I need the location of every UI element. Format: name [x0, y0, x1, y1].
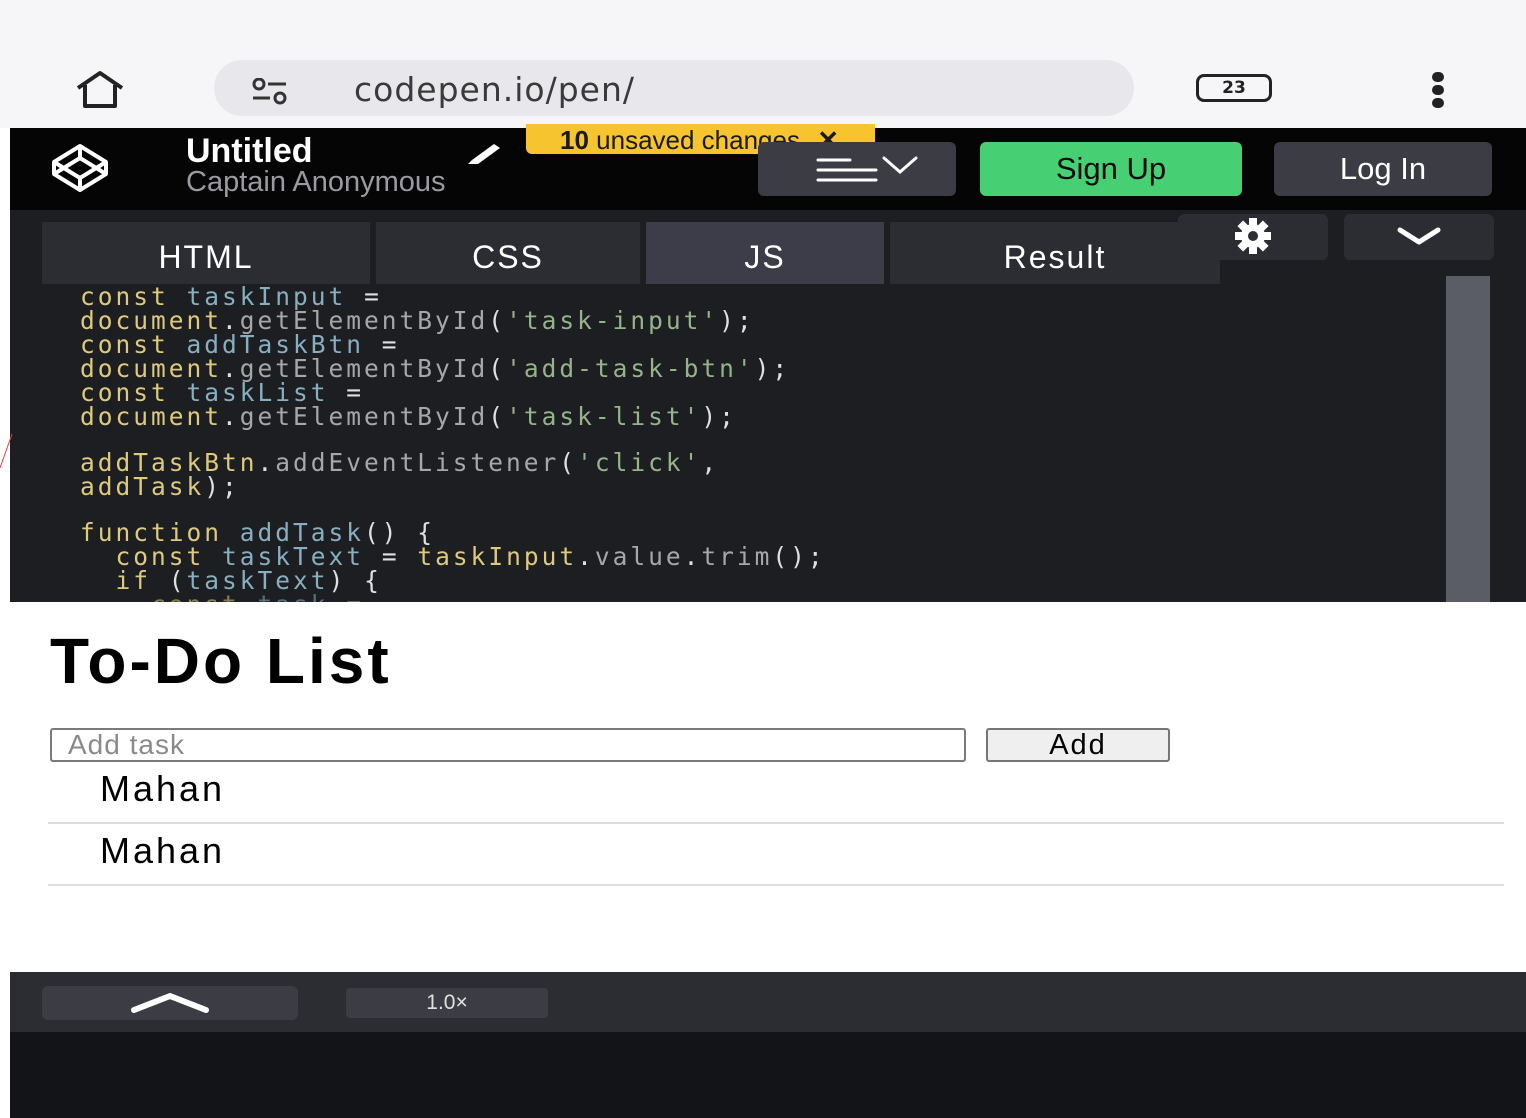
code-line: document.getElementById('task-list'); — [80, 402, 737, 431]
add-task-button[interactable]: Add — [986, 728, 1170, 762]
home-icon[interactable] — [72, 70, 128, 110]
pen-author[interactable]: Captain Anonymous — [186, 166, 446, 199]
tab-css[interactable]: CSS — [376, 222, 640, 284]
tab-html[interactable]: HTML — [42, 222, 370, 284]
tab-result[interactable]: Result — [890, 222, 1220, 284]
divider — [0, 430, 14, 470]
site-settings-icon[interactable] — [250, 77, 287, 105]
browser-toolbar: codepen.io/pen/ 23 — [0, 0, 1526, 128]
codepen-logo-icon[interactable] — [48, 140, 112, 196]
page-title: To-Do List — [50, 625, 392, 697]
zoom-level-button[interactable]: 1.0× — [346, 988, 548, 1018]
codepen-header: Untitled Captain Anonymous 10 unsaved ch… — [10, 124, 1526, 210]
chevron-up-icon — [131, 993, 209, 1013]
code-line: addTask); — [80, 472, 240, 501]
change-view-button[interactable] — [758, 142, 956, 196]
url-text[interactable]: codepen.io/pen/ — [354, 70, 635, 109]
settings-button[interactable] — [1178, 214, 1328, 260]
tab-js[interactable]: JS — [646, 222, 884, 284]
js-code-editor[interactable]: const taskInput = document.getElementByI… — [10, 284, 1446, 602]
unsaved-count: 10 — [560, 125, 589, 155]
console-area — [10, 1032, 1526, 1118]
task-input[interactable] — [50, 728, 966, 762]
address-bar[interactable]: codepen.io/pen/ — [214, 60, 1134, 116]
list-item[interactable]: Mahan — [48, 824, 1504, 886]
gear-icon — [1235, 218, 1271, 254]
list-item[interactable]: Mahan — [48, 762, 1504, 824]
result-preview: To-Do List Add Mahan Mahan — [10, 602, 1526, 972]
layout-icon — [816, 156, 918, 182]
chevron-down-icon — [1397, 227, 1441, 245]
code-line: const task = — [80, 590, 364, 602]
task-text: Mahan — [100, 830, 226, 871]
console-bar: 1.0× — [10, 972, 1526, 1032]
expand-button[interactable] — [42, 986, 298, 1020]
sign-up-button[interactable]: Sign Up — [980, 142, 1242, 196]
pencil-icon[interactable] — [466, 138, 506, 166]
tab-switcher-button[interactable]: 23 — [1196, 74, 1272, 102]
collapse-button[interactable] — [1344, 214, 1494, 260]
editor-panel: HTML CSS JS Result const taskInput = doc… — [10, 210, 1526, 602]
log-in-button[interactable]: Log In — [1274, 142, 1492, 196]
more-vert-icon[interactable] — [1424, 70, 1454, 110]
task-text: Mahan — [100, 768, 226, 809]
editor-scrollbar[interactable] — [1446, 276, 1490, 602]
